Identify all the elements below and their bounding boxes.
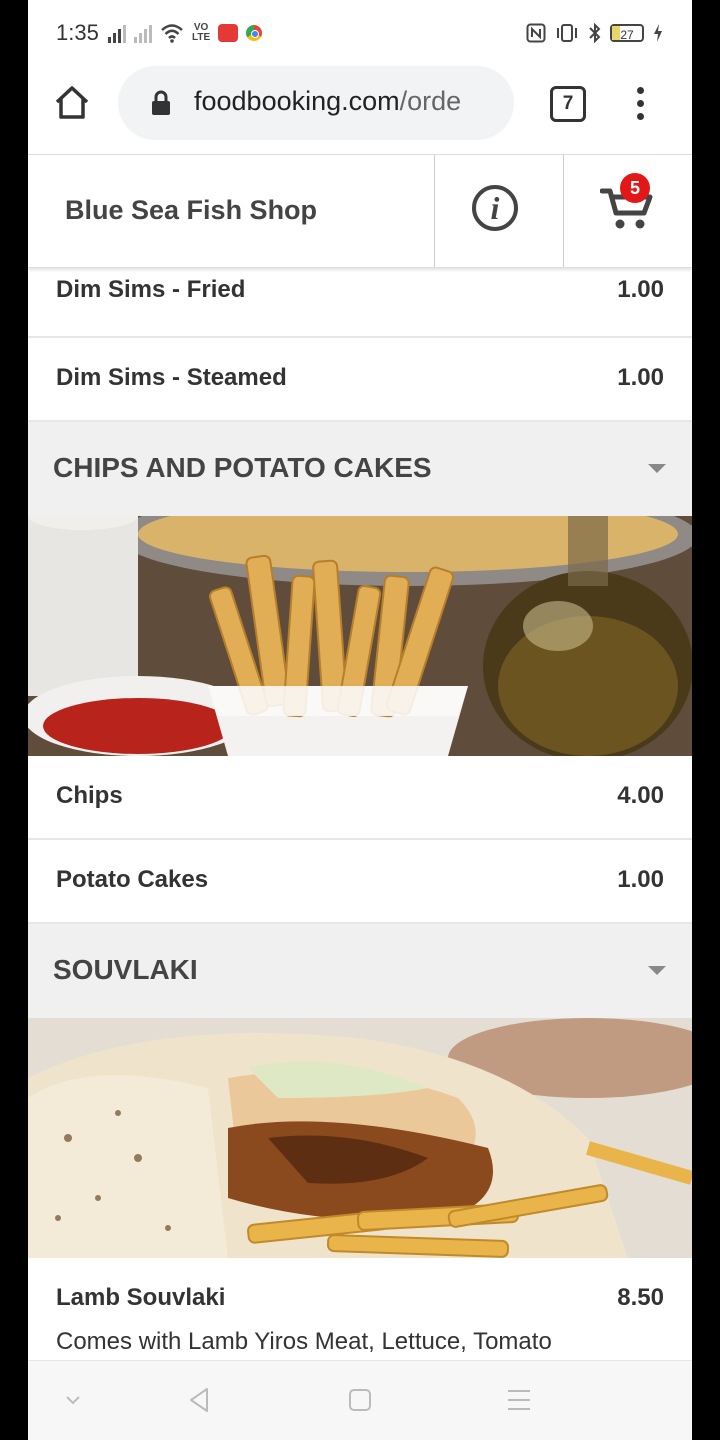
address-bar[interactable]: foodbooking.com/orde (118, 66, 514, 140)
souvlaki-photo (28, 1018, 692, 1258)
menu-item-chips[interactable]: Chips 4.00 (28, 756, 692, 840)
status-time: 1:35 (56, 20, 99, 45)
info-icon: i (472, 185, 518, 231)
cart-button[interactable]: 5 (564, 155, 692, 267)
item-name: Chips (56, 782, 123, 809)
status-icons-left: VO LTE (108, 20, 263, 46)
vibrate-icon (557, 24, 577, 42)
item-price: 4.00 (617, 782, 664, 809)
caret-down-icon (648, 966, 666, 975)
menu-item-dim-sims-fried[interactable]: Dim Sims - Fried 1.00 (28, 266, 692, 338)
more-menu-icon[interactable] (634, 84, 646, 124)
url-text[interactable]: foodbooking.com/orde (194, 86, 461, 117)
item-name: Dim Sims - Steamed (56, 364, 287, 391)
browser-toolbar: foodbooking.com/orde 7 (28, 66, 692, 154)
item-description: Comes with Lamb Yiros Meat, Lettuce, Tom… (56, 1328, 552, 1355)
battery-icon: 27 (610, 24, 644, 42)
item-price: 8.50 (617, 1284, 664, 1311)
caret-down-icon (648, 464, 666, 473)
item-name: Lamb Souvlaki (56, 1284, 226, 1311)
signal-icon (108, 23, 126, 43)
status-bar: 1:35 VO LTE 27 (28, 0, 692, 66)
menu-item-lamb-souvlaki[interactable]: Lamb Souvlaki 8.50 Comes with Lamb Yiros… (28, 1258, 692, 1358)
charging-icon (654, 24, 662, 42)
system-nav-bar (28, 1360, 692, 1440)
section-header-chips[interactable]: CHIPS AND POTATO CAKES (28, 422, 692, 516)
menu-content: Dim Sims - Fried 1.00 Dim Sims - Steamed… (28, 266, 692, 1358)
chrome-icon (246, 25, 263, 41)
bluetooth-icon (589, 22, 601, 44)
battery-level: 27 (620, 28, 634, 42)
item-name: Dim Sims - Fried (56, 276, 246, 303)
app-header: Blue Sea Fish Shop i 5 (28, 154, 692, 268)
menu-item-dim-sims-steamed[interactable]: Dim Sims - Steamed 1.00 (28, 338, 692, 422)
section-header-souvlaki[interactable]: SOUVLAKI (28, 924, 692, 1018)
item-name: Potato Cakes (56, 866, 209, 893)
volte-icon: VO LTE (192, 22, 211, 43)
section-title: CHIPS AND POTATO CAKES (53, 452, 432, 483)
shop-name: Blue Sea Fish Shop (65, 195, 318, 225)
home-nav-icon[interactable] (345, 1385, 375, 1415)
tab-switcher-button[interactable]: 7 (550, 86, 586, 122)
lock-icon (152, 90, 170, 115)
section-title: SOUVLAKI (53, 954, 198, 985)
menu-item-potato-cakes[interactable]: Potato Cakes 1.00 (28, 840, 692, 924)
status-icons-right: 27 (526, 20, 664, 46)
item-price: 1.00 (617, 866, 664, 893)
recents-icon[interactable] (504, 1385, 534, 1415)
nfc-icon (526, 23, 546, 43)
screen-record-icon (218, 24, 239, 42)
item-price: 1.00 (617, 364, 664, 391)
url-path: /orde (399, 86, 462, 116)
chips-photo (28, 516, 692, 756)
cart-count-badge: 5 (620, 173, 650, 203)
home-icon[interactable] (52, 82, 92, 122)
item-price: 1.00 (617, 276, 664, 303)
url-domain: foodbooking.com (194, 86, 400, 116)
phone-screen: 1:35 VO LTE 27 foodbooking.com/orde 7 Bl… (28, 0, 692, 1440)
chevron-down-icon[interactable] (58, 1385, 88, 1415)
back-icon[interactable] (185, 1385, 215, 1415)
signal-2-icon (134, 23, 152, 43)
info-button[interactable]: i (434, 155, 563, 267)
wifi-icon (161, 24, 183, 43)
